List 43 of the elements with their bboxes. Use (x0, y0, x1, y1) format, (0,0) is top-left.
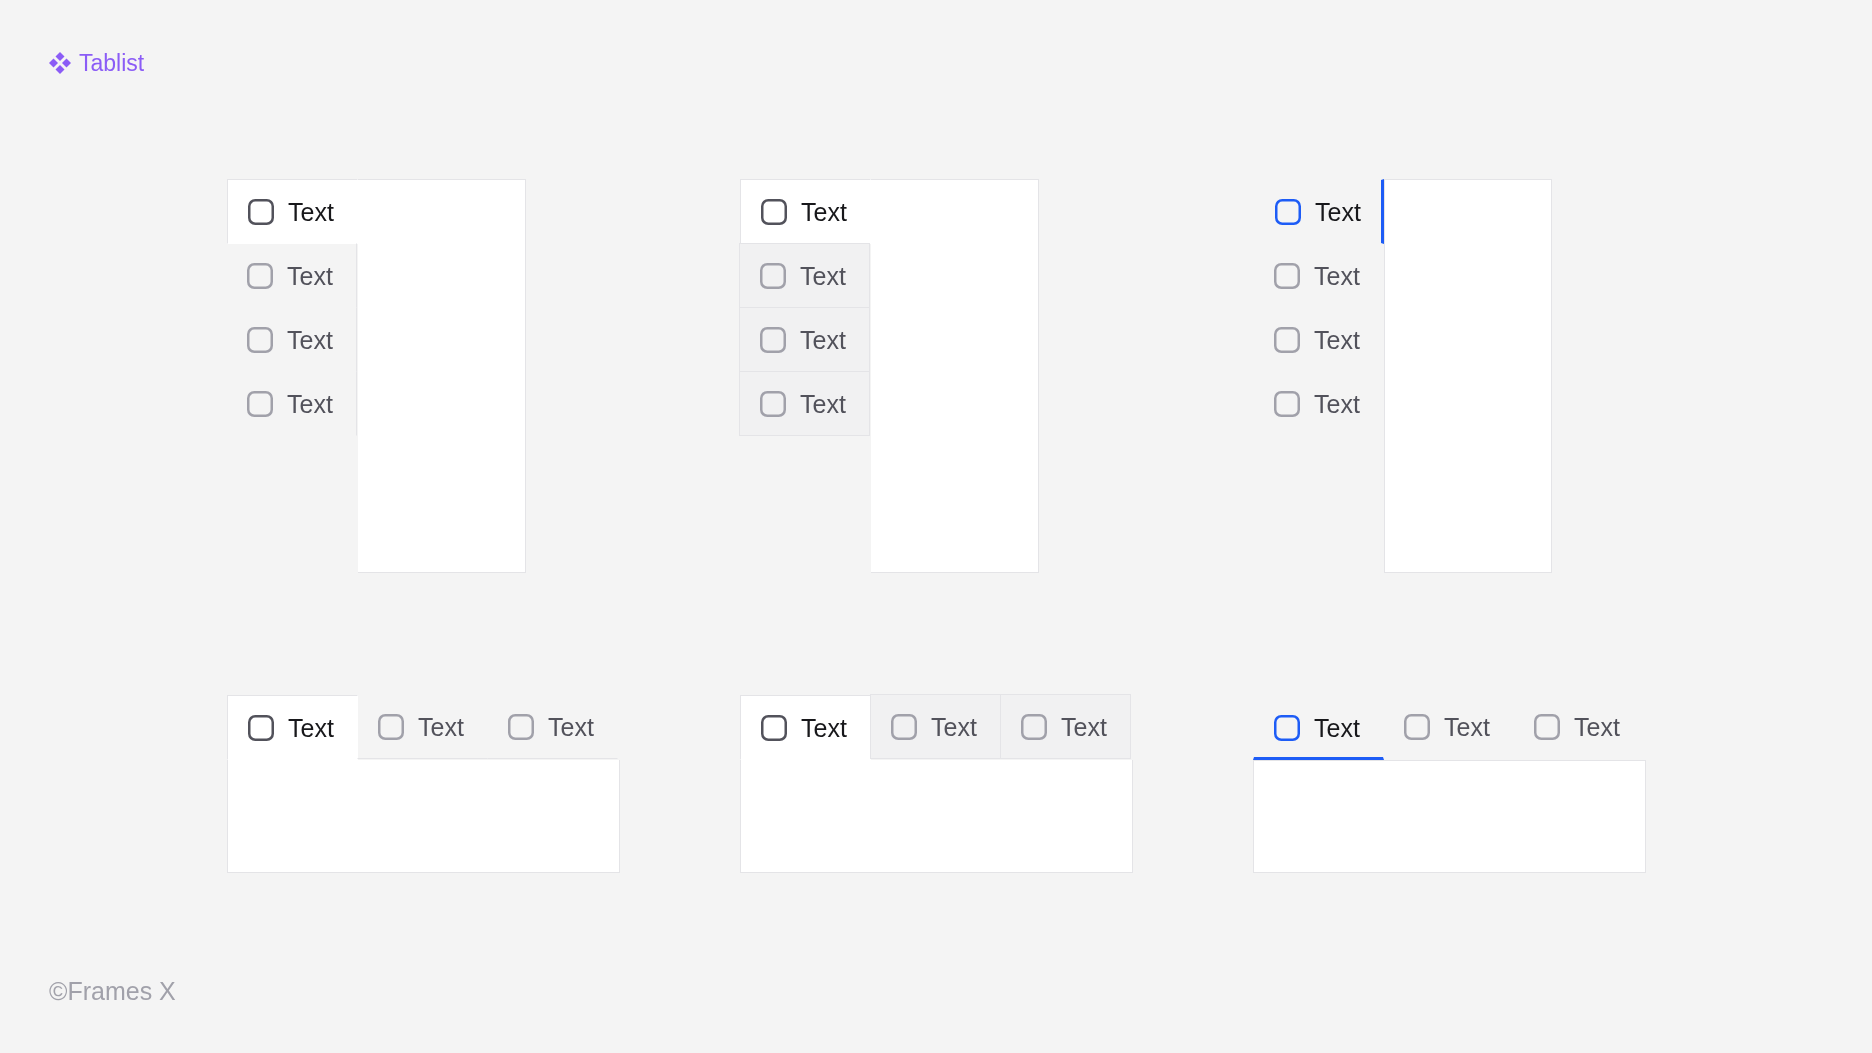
square-icon (248, 714, 274, 741)
tab[interactable]: Text (487, 694, 618, 759)
tab[interactable]: Text (1383, 694, 1514, 759)
page-title: Tablist (79, 49, 145, 77)
tab[interactable]: Text (226, 307, 357, 372)
square-icon (760, 390, 786, 417)
square-icon (760, 326, 786, 353)
square-icon (247, 326, 273, 353)
tab[interactable]: Text (226, 243, 357, 308)
square-icon (247, 390, 273, 417)
tab[interactable]: Text (1000, 694, 1131, 759)
square-icon (1274, 390, 1300, 417)
square-icon (248, 198, 274, 225)
tab[interactable]: Text (739, 307, 870, 372)
diamonds-icon (49, 52, 71, 74)
square-icon (378, 713, 404, 740)
tab[interactable]: Text (740, 695, 871, 760)
tab[interactable]: Text (1513, 694, 1644, 759)
square-icon (1274, 714, 1300, 741)
tab[interactable]: Text (870, 694, 1001, 759)
tab[interactable]: Text (226, 371, 357, 436)
tab[interactable]: Text (740, 179, 871, 244)
tab[interactable]: Text (739, 371, 870, 436)
tab[interactable]: Text (739, 243, 870, 308)
square-icon (760, 262, 786, 289)
square-icon (1274, 262, 1300, 289)
square-icon (761, 714, 787, 741)
square-icon (247, 262, 273, 289)
tab[interactable]: Text (1252, 371, 1383, 436)
tab[interactable]: Text (1252, 243, 1383, 308)
square-icon (761, 198, 787, 225)
square-icon (1404, 713, 1430, 740)
tab[interactable]: Text (1252, 307, 1383, 372)
square-icon (1021, 713, 1047, 740)
tab[interactable]: Text (227, 179, 358, 244)
tab[interactable]: Text (357, 694, 488, 759)
square-icon (891, 713, 917, 740)
tab[interactable]: Text (227, 695, 358, 760)
square-icon (508, 713, 534, 740)
square-icon (1534, 713, 1560, 740)
copyright-text: ©Frames X (49, 976, 176, 1006)
square-icon (1275, 198, 1301, 225)
square-icon (1274, 326, 1300, 353)
